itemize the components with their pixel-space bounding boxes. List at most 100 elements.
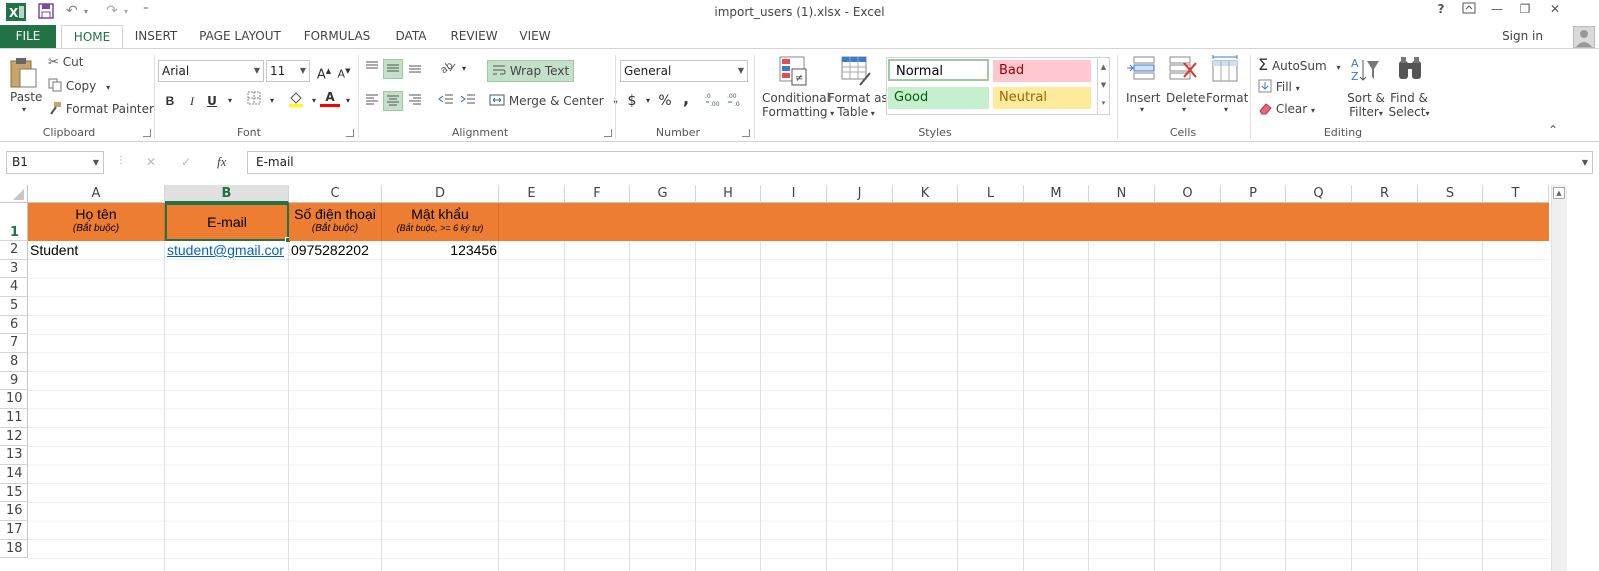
minimize-button[interactable]: — [1486,2,1508,22]
column-header-n[interactable]: N [1089,185,1155,203]
column-header-e[interactable]: E [499,185,565,203]
cell-c2[interactable]: 0975282202 [291,242,381,260]
tab-file[interactable]: FILE [0,25,56,49]
column-header-m[interactable]: M [1024,185,1089,203]
format-button[interactable]: Format ▾ [1206,91,1248,114]
italic-button[interactable]: I [182,91,202,111]
row-header-15[interactable]: 15 [0,484,28,502]
cell-b2-link[interactable]: student@gmail.cor [167,242,288,260]
sort-filter-icon[interactable]: AZ [1350,55,1380,88]
row-header-17[interactable]: 17 [0,521,28,540]
insert-function-button[interactable]: fx [217,154,226,170]
tab-insert[interactable]: INSERT [128,25,184,49]
decrease-indent-button[interactable] [436,91,456,111]
chevron-down-icon[interactable]: ▼ [93,152,99,173]
tab-view[interactable]: VIEW [514,25,556,49]
worksheet-grid[interactable]: A B C D E F G H I J K L M N O P Q R S T … [0,185,1549,571]
wrap-text-button[interactable]: Wrap Text [487,60,575,82]
style-bad[interactable]: Bad [993,60,1091,82]
row-header-7[interactable]: 7 [0,334,28,353]
cell-a1[interactable]: Họ tên (Bắt buộc) [28,203,165,241]
borders-button[interactable] [244,91,264,111]
cut-button[interactable]: ✂ Cut [48,55,83,70]
align-center-button[interactable] [383,91,403,111]
font-name-combo[interactable]: Arial ▼ [158,60,264,82]
ribbon-display-options-icon[interactable] [1458,2,1480,22]
avatar[interactable] [1573,26,1595,48]
font-color-dropdown-icon[interactable]: ▾ [338,91,358,111]
format-cells-icon[interactable] [1210,55,1240,88]
find-select-icon[interactable] [1396,55,1424,88]
paste-dropdown-icon[interactable]: ▾ [22,105,26,114]
styles-gallery-scroll[interactable]: ▲ ▼ ▾ [1097,58,1109,114]
column-header-h[interactable]: H [696,185,761,203]
autosum-dropdown-icon[interactable]: ▾ [1337,63,1341,72]
font-color-button[interactable]: A [320,89,340,107]
copy-dropdown-icon[interactable]: ▾ [106,83,110,92]
sort-filter-button[interactable]: Sort & Filter▾ [1346,91,1386,119]
column-header-r[interactable]: R [1352,185,1418,203]
close-button[interactable]: ✕ [1544,2,1566,22]
column-header-q[interactable]: Q [1286,185,1352,203]
tab-page-layout[interactable]: PAGE LAYOUT [194,25,286,49]
row-header-16[interactable]: 16 [0,502,28,521]
tab-formulas[interactable]: FORMULAS [298,25,376,49]
comma-button[interactable]: , [676,89,696,109]
vertical-scrollbar[interactable]: ▲ [1549,185,1599,571]
column-header-j[interactable]: J [827,185,893,203]
underline-button[interactable]: U [202,91,222,111]
column-header-f[interactable]: F [565,185,630,203]
style-neutral[interactable]: Neutral [993,87,1091,109]
percent-button[interactable]: % [655,91,675,111]
collapse-ribbon-icon[interactable]: ⌃ [1548,123,1558,137]
paste-button[interactable] [8,57,38,92]
column-header-t[interactable]: T [1483,185,1549,203]
column-header-g[interactable]: G [630,185,696,203]
formula-input[interactable]: E-mail ▼ [247,151,1593,174]
row-header-13[interactable]: 13 [0,446,28,465]
row-header-1[interactable]: 1 [0,203,28,241]
alignment-launcher-icon[interactable] [604,129,612,137]
fill-button[interactable]: Fill ▾ [1258,79,1300,96]
format-painter-button[interactable]: Format Painter [48,101,154,118]
font-launcher-icon[interactable] [346,129,354,137]
column-header-k[interactable]: K [893,185,958,203]
orientation-dropdown-icon[interactable]: ▾ [454,59,474,79]
tab-data[interactable]: DATA [388,25,434,49]
scroll-up-icon[interactable]: ▲ [1553,187,1565,199]
row-header-5[interactable]: 5 [0,297,28,316]
increase-decimal-button[interactable]: .0.00 [704,91,724,111]
format-as-table-icon[interactable] [840,55,872,90]
row-header-12[interactable]: 12 [0,428,28,446]
paste-label[interactable]: Paste [10,90,42,104]
expand-formula-icon[interactable]: ▼ [1582,152,1588,173]
grow-font-button[interactable]: A▲ [314,61,334,82]
tab-review[interactable]: REVIEW [446,25,502,49]
row-header-2[interactable]: 2 [0,241,28,260]
column-header-b[interactable]: B [165,185,289,203]
bold-button[interactable]: B [160,91,180,111]
align-middle-button[interactable] [383,59,403,79]
cell-d2[interactable]: 123456 [384,242,497,260]
cell-a2[interactable]: Student [30,242,164,260]
insert-cells-icon[interactable] [1126,55,1156,88]
row-header-6[interactable]: 6 [0,316,28,334]
align-bottom-button[interactable] [405,59,425,79]
find-select-button[interactable]: Find & Select▾ [1388,91,1430,119]
column-header-s[interactable]: S [1418,185,1483,203]
autosum-button[interactable]: Σ AutoSum ▾ [1258,55,1341,74]
row-header-18[interactable]: 18 [0,540,28,558]
borders-dropdown-icon[interactable]: ▾ [262,91,282,111]
copy-button[interactable]: Copy ▾ [48,78,110,95]
insert-button[interactable]: Insert ▾ [1126,91,1160,114]
delete-button[interactable]: Delete ▾ [1166,91,1205,114]
name-box[interactable]: B1 ▼ [6,151,104,174]
row-header-8[interactable]: 8 [0,353,28,372]
row-header-11[interactable]: 11 [0,409,28,428]
cell-d1[interactable]: Mật khẩu (Bắt buộc, >= 6 ký tự) [382,203,499,241]
row-header-4[interactable]: 4 [0,278,28,297]
number-launcher-icon[interactable] [742,129,750,137]
column-header-o[interactable]: O [1155,185,1221,203]
decrease-decimal-button[interactable]: .00.0 [726,91,746,111]
cell-c1[interactable]: Số điện thoại (Bắt buộc) [289,203,382,241]
